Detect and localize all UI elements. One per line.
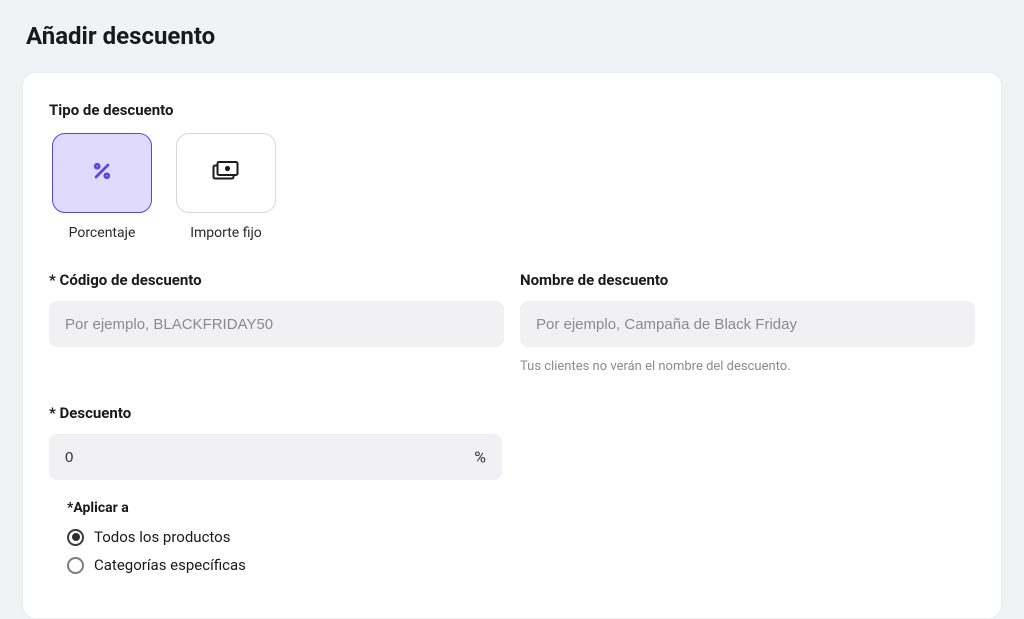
code-label: * Código de descuento [49, 271, 504, 289]
discount-type-label: Tipo de descuento [49, 101, 975, 119]
discount-type-caption-fixed: Importe fijo [190, 225, 262, 241]
discount-code-input[interactable] [49, 301, 504, 347]
cash-icon [212, 161, 240, 185]
apply-to-option-categories[interactable]: Categorías específicas [67, 556, 502, 574]
discount-form-card: Tipo de descuento Porcentaje Importe fij… [22, 72, 1002, 619]
discount-type-tile-percentage: Porcentaje [49, 133, 155, 241]
radio-icon [67, 557, 84, 574]
discount-name-input[interactable] [520, 301, 975, 347]
discount-type-option-percentage[interactable] [52, 133, 152, 213]
discount-type-caption-percentage: Porcentaje [69, 225, 136, 241]
radio-icon [67, 529, 84, 546]
discount-type-option-fixed[interactable] [176, 133, 276, 213]
discount-type-tiles: Porcentaje Importe fijo [49, 133, 975, 241]
page-title: Añadir descuento [26, 22, 1002, 50]
amount-label: * Descuento [49, 404, 502, 422]
name-helper-text: Tus clientes no verán el nombre del desc… [520, 359, 975, 374]
percent-icon [90, 159, 114, 187]
apply-to-label: *Aplicar a [67, 500, 502, 516]
discount-type-tile-fixed: Importe fijo [173, 133, 279, 241]
name-label: Nombre de descuento [520, 271, 975, 289]
apply-to-option-all[interactable]: Todos los productos [67, 528, 502, 546]
discount-amount-input[interactable] [49, 434, 502, 480]
apply-to-option-label: Todos los productos [94, 528, 230, 546]
apply-to-option-label: Categorías específicas [94, 556, 246, 574]
